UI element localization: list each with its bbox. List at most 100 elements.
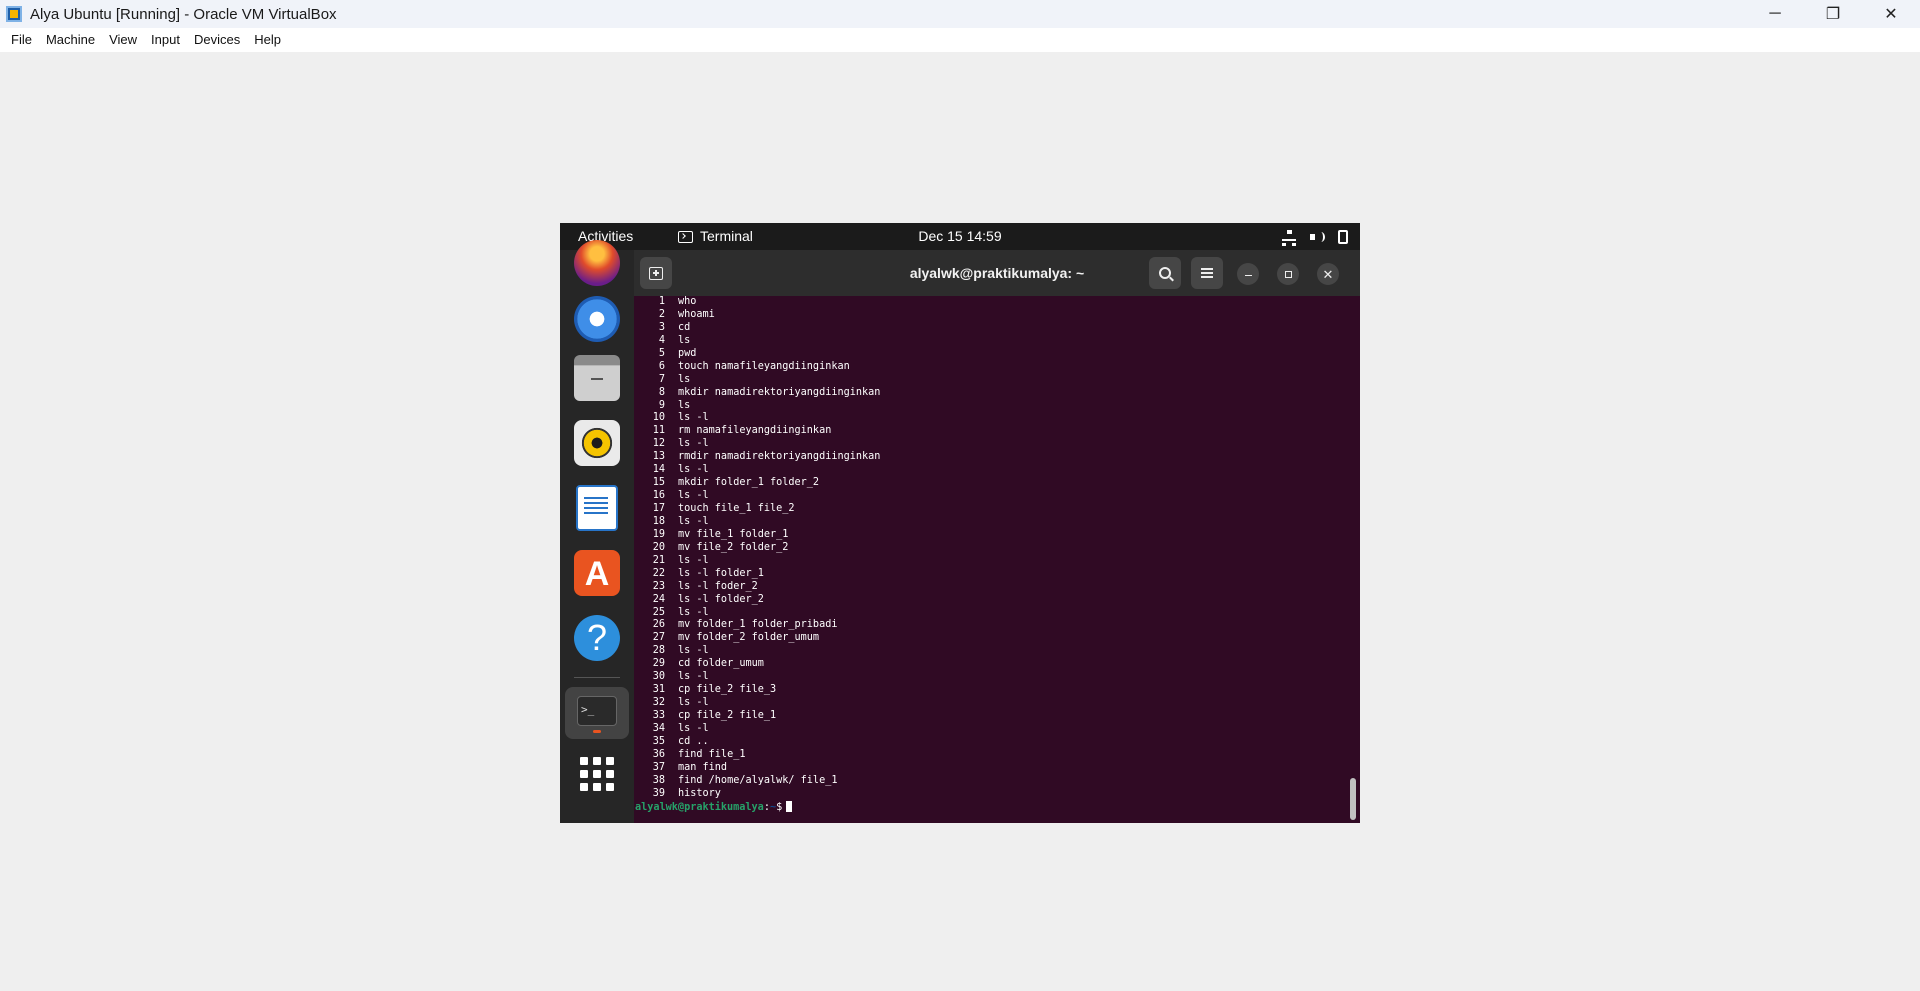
history-number: 6 bbox=[658, 360, 665, 372]
terminal-mini-icon bbox=[678, 230, 693, 243]
history-line: 7 ls bbox=[635, 374, 1350, 387]
terminal-maximize-button[interactable] bbox=[1277, 263, 1299, 285]
restore-button[interactable]: ❐ bbox=[1804, 0, 1862, 28]
history-number: 37 bbox=[652, 761, 665, 773]
terminal-icon[interactable]: >_ bbox=[577, 696, 617, 726]
history-line: 21 ls -l bbox=[635, 555, 1350, 568]
history-line: 29 cd folder_umum bbox=[635, 658, 1350, 671]
thunderbird-icon[interactable] bbox=[574, 296, 620, 342]
history-line: 18 ls -l bbox=[635, 516, 1350, 529]
history-command: ls bbox=[678, 399, 691, 411]
files-icon[interactable] bbox=[574, 355, 620, 401]
history-number: 19 bbox=[652, 528, 665, 540]
history-number: 39 bbox=[652, 787, 665, 799]
host-titlebar[interactable]: Alya Ubuntu [Running] - Oracle VM Virtua… bbox=[0, 0, 1920, 28]
topbar-app-menu[interactable]: Terminal bbox=[678, 223, 753, 250]
terminal-headerbar[interactable]: alyalwk@praktikumalya: ~ ✕ bbox=[634, 250, 1360, 296]
history-line: 37 man find bbox=[635, 762, 1350, 775]
history-command: ls -l bbox=[678, 490, 709, 502]
host-menubar: File Machine View Input Devices Help bbox=[0, 28, 1920, 52]
topbar-app-name: Terminal bbox=[700, 228, 753, 244]
scrollbar[interactable] bbox=[1350, 296, 1356, 823]
menu-view[interactable]: View bbox=[102, 28, 144, 52]
dock-separator bbox=[574, 677, 620, 678]
history-command: mv folder_1 folder_pribadi bbox=[678, 619, 838, 631]
history-number: 22 bbox=[652, 567, 665, 579]
history-number: 9 bbox=[658, 399, 665, 411]
history-number: 2 bbox=[658, 308, 665, 320]
scrollbar-thumb[interactable] bbox=[1350, 778, 1356, 820]
history-line: 2 whoami bbox=[635, 309, 1350, 322]
virtualbox-icon bbox=[4, 4, 24, 24]
history-command: ls -l bbox=[678, 515, 709, 527]
minimize-button[interactable]: ─ bbox=[1746, 0, 1804, 28]
history-number: 31 bbox=[652, 684, 665, 696]
history-line: 9 ls bbox=[635, 400, 1350, 413]
history-number: 11 bbox=[652, 425, 665, 437]
gnome-topbar: Dec 15 14:59 Activities Terminal bbox=[560, 223, 1360, 250]
history-number: 17 bbox=[652, 503, 665, 514]
history-line: 34 ls -l bbox=[635, 723, 1350, 736]
app-center-icon[interactable]: A bbox=[574, 550, 620, 596]
close-button[interactable]: ✕ bbox=[1862, 0, 1920, 28]
history-number: 33 bbox=[652, 710, 665, 721]
history-line: 3 cd bbox=[635, 322, 1350, 335]
history-line: 39 history bbox=[635, 788, 1350, 801]
system-tray[interactable] bbox=[1282, 223, 1348, 250]
show-apps-icon[interactable] bbox=[580, 757, 614, 791]
history-number: 26 bbox=[652, 619, 665, 631]
terminal-output[interactable]: 1 who 2 whoami 3 cd 4 ls 5 pwd 6 touch namafileyang… bbox=[634, 296, 1350, 823]
history-number: 3 bbox=[658, 321, 665, 333]
history-command: mv file_1 folder_1 bbox=[678, 528, 789, 540]
history-command: find /home/alyalwk/ file_1 bbox=[678, 774, 838, 786]
menu-devices[interactable]: Devices bbox=[187, 28, 247, 52]
history-number: 1 bbox=[658, 296, 665, 307]
history-line: 27 mv folder_2 folder_umum bbox=[635, 632, 1350, 645]
history-number: 25 bbox=[652, 606, 665, 618]
libreoffice-writer-icon[interactable] bbox=[576, 485, 618, 531]
history-command: cp file_2 file_3 bbox=[678, 684, 777, 696]
history-line: 24 ls -l folder_2 bbox=[635, 594, 1350, 607]
history-line: 20 mv file_2 folder_2 bbox=[635, 542, 1350, 555]
history-line: 30 ls -l bbox=[635, 671, 1350, 684]
history-number: 4 bbox=[658, 334, 665, 346]
history-command: mv folder_2 folder_umum bbox=[678, 632, 820, 644]
firefox-icon[interactable] bbox=[574, 240, 620, 286]
history-number: 8 bbox=[658, 386, 665, 398]
history-command: ls -l bbox=[678, 671, 709, 683]
history-line: 31 cp file_2 file_3 bbox=[635, 684, 1350, 697]
menu-help[interactable]: Help bbox=[247, 28, 288, 52]
history-line: 15 mkdir folder_1 folder_2 bbox=[635, 477, 1350, 490]
terminal-minimize-button[interactable] bbox=[1237, 263, 1259, 285]
history-command: man find bbox=[678, 761, 728, 773]
help-icon[interactable]: ? bbox=[574, 615, 620, 661]
history-command: history bbox=[678, 787, 721, 799]
terminal-close-button[interactable]: ✕ bbox=[1317, 263, 1339, 285]
history-command: cd folder_umum bbox=[678, 658, 764, 670]
history-line: 26 mv folder_1 folder_pribadi bbox=[635, 619, 1350, 632]
search-button[interactable] bbox=[1149, 257, 1181, 289]
vm-screen[interactable]: Dec 15 14:59 Activities Terminal A ? >_ bbox=[560, 223, 1360, 823]
menu-button[interactable] bbox=[1191, 257, 1223, 289]
history-line: 1 who bbox=[635, 296, 1350, 309]
history-line: 36 find file_1 bbox=[635, 749, 1350, 762]
menu-machine[interactable]: Machine bbox=[39, 28, 102, 52]
history-number: 34 bbox=[652, 722, 665, 734]
history-command: ls -l bbox=[678, 697, 709, 709]
prompt-line[interactable]: alyalwk@praktikumalya:~$ bbox=[635, 801, 1350, 814]
history-line: 28 ls -l bbox=[635, 645, 1350, 658]
menu-input[interactable]: Input bbox=[144, 28, 187, 52]
history-line: 17 touch file_1 file_2 bbox=[635, 503, 1350, 516]
terminal-window[interactable]: alyalwk@praktikumalya: ~ ✕ 1 who 2 whoami 3 c… bbox=[634, 250, 1360, 823]
history-command: ls -l bbox=[678, 606, 709, 618]
history-line: 6 touch namafileyangdiinginkan bbox=[635, 361, 1350, 374]
history-command: ls -l bbox=[678, 464, 709, 476]
menu-file[interactable]: File bbox=[4, 28, 39, 52]
history-line: 33 cp file_2 file_1 bbox=[635, 710, 1350, 723]
history-command: ls bbox=[678, 334, 691, 346]
history-line: 35 cd .. bbox=[635, 736, 1350, 749]
history-number: 20 bbox=[652, 541, 665, 553]
network-icon bbox=[1282, 229, 1296, 246]
rhythmbox-icon[interactable] bbox=[574, 420, 620, 466]
history-command: ls -l folder_2 bbox=[678, 593, 764, 605]
